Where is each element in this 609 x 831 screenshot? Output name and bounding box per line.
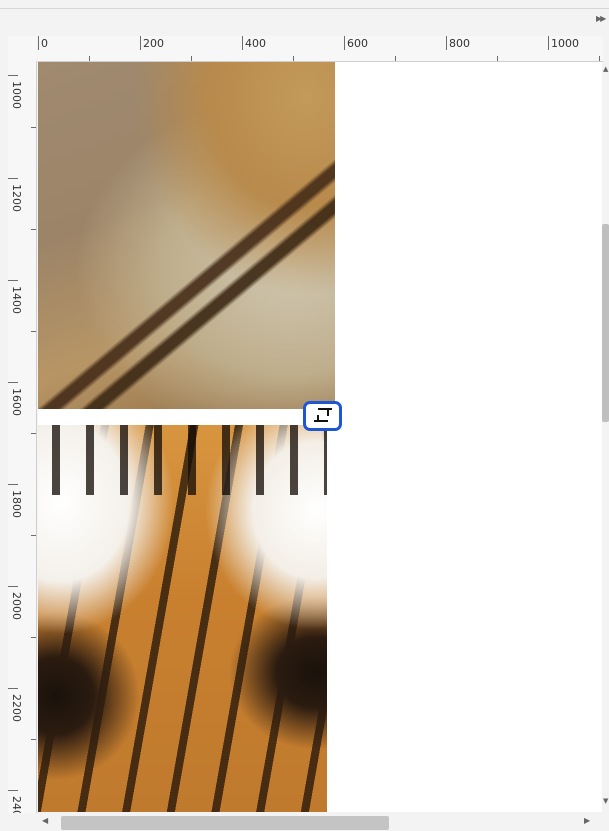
scroll-right-icon[interactable]: ▶ [584,816,590,825]
ruler-label: 1200 [10,184,23,212]
ruler-label: 400 [245,37,266,50]
ruler-label: 1400 [10,286,23,314]
tiger-stripes-overlay [38,425,327,495]
scroll-down-icon[interactable]: ▼ [603,797,608,805]
ruler-label: 0 [41,37,48,50]
ruler-label: 1000 [551,37,579,50]
tiger-whiskers-image[interactable] [38,62,335,409]
vertical-scrollbar[interactable] [602,62,609,812]
window-top-border [0,8,609,9]
vertical-ruler: 1000 1200 1400 1600 1800 2000 2200 2400 [8,61,37,813]
horizontal-ruler: 0 200 400 600 800 1000 [38,36,603,62]
ruler-label: 1600 [10,388,23,416]
horizontal-scroll-thumb[interactable] [61,816,389,830]
ruler-label: 1000 [10,81,23,109]
ruler-label: 200 [143,37,164,50]
ruler-corner [8,36,37,61]
gap-resize-cursor[interactable] [303,401,342,431]
ruler-label: 2400 [10,796,23,813]
vertical-scroll-thumb[interactable] [602,224,609,422]
ruler-label: 600 [347,37,368,50]
ruler-label: 1800 [10,490,23,518]
ruler-label: 800 [449,37,470,50]
scroll-up-icon[interactable]: ▲ [603,65,608,73]
scroll-left-icon[interactable]: ◀ [42,816,48,825]
ruler-label: 2200 [10,694,23,722]
document-canvas[interactable] [38,62,603,812]
editor-window: ▶▶ 0 200 400 600 800 1000 1000 1200 1400… [0,0,609,831]
gap-resize-icon [314,408,332,422]
ruler-label: 2000 [10,592,23,620]
expand-icon[interactable]: ▶▶ [596,14,606,23]
